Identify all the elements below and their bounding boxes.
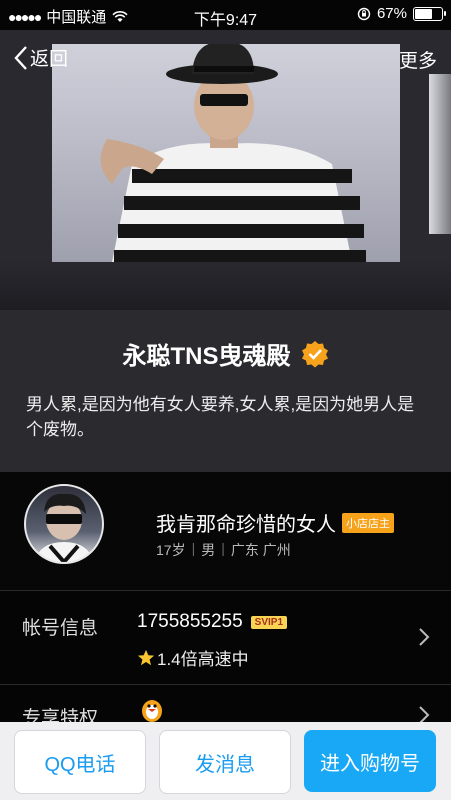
speed-text: 1.4倍高速中: [157, 650, 249, 669]
nav-bar: 返回 更多: [0, 44, 451, 74]
nickname-row: 我肯那命珍惜的女人 小店店主: [156, 508, 394, 537]
age: 17岁: [156, 542, 186, 558]
account-info-row[interactable]: 帐号信息 1755855255 SVIP1 1.4倍高速中: [0, 590, 451, 685]
send-message-button[interactable]: 发消息: [159, 730, 291, 794]
gender: 男: [201, 542, 216, 558]
enter-shop-button[interactable]: 进入购物号: [304, 730, 436, 792]
status-right: 67%: [357, 5, 446, 22]
account-info-label: 帐号信息: [22, 618, 99, 639]
next-cover-photo[interactable]: [429, 74, 451, 234]
shop-description: 男人累,是因为他有女人要养,女人累,是因为她男人是个废物。: [26, 395, 415, 439]
separator: |: [221, 540, 225, 556]
region: 广东 广州: [230, 542, 291, 558]
nickname: 我肯那命珍惜的女人: [156, 514, 336, 536]
qq-penguin-icon: [142, 700, 162, 722]
battery-icon: [413, 6, 446, 21]
shop-owner-badge: 小店店主: [342, 512, 394, 533]
cover-gradient: [0, 260, 451, 310]
battery-fill: [415, 8, 432, 19]
verified-badge-icon: [301, 340, 328, 367]
qq-number: 1755855255: [137, 611, 243, 632]
cover-photo[interactable]: [52, 44, 400, 262]
owner-profile[interactable]: 我肯那命珍惜的女人 小店店主 17岁 | 男 | 广东 广州: [0, 472, 451, 590]
cover-photo-illustration: [100, 44, 366, 262]
back-button[interactable]: 返回: [14, 44, 68, 71]
back-label: 返回: [30, 49, 69, 70]
speed-row: 1.4倍高速中: [137, 645, 249, 670]
separator: |: [191, 540, 196, 556]
profile-meta: 17岁 | 男 | 广东 广州: [156, 540, 291, 560]
qq-number-row: 1755855255 SVIP1: [137, 611, 288, 633]
avatar-illustration: [34, 493, 94, 562]
status-bar: ●●●●● 中国联通 下午9:47 67%: [0, 0, 451, 30]
shop-name: 永聪TNS曳魂殿: [122, 343, 291, 370]
battery-percent: 67%: [376, 5, 407, 22]
rotation-lock-icon: [357, 7, 371, 20]
more-button[interactable]: 更多: [399, 46, 437, 73]
chevron-right-icon: [419, 628, 430, 646]
star-icon: [137, 649, 155, 665]
shop-intro: 永聪TNS曳魂殿 男人累,是因为他有女人要养,女人累,是因为她男人是个废物。: [0, 310, 451, 472]
avatar[interactable]: [24, 484, 104, 564]
shop-name-row: 永聪TNS曳魂殿: [0, 336, 451, 371]
chevron-left-icon: [14, 45, 27, 70]
svip-badge: SVIP1: [250, 615, 288, 629]
bottom-action-bar: QQ电话 发消息 进入购物号: [0, 722, 451, 800]
qq-call-button[interactable]: QQ电话: [14, 730, 146, 794]
